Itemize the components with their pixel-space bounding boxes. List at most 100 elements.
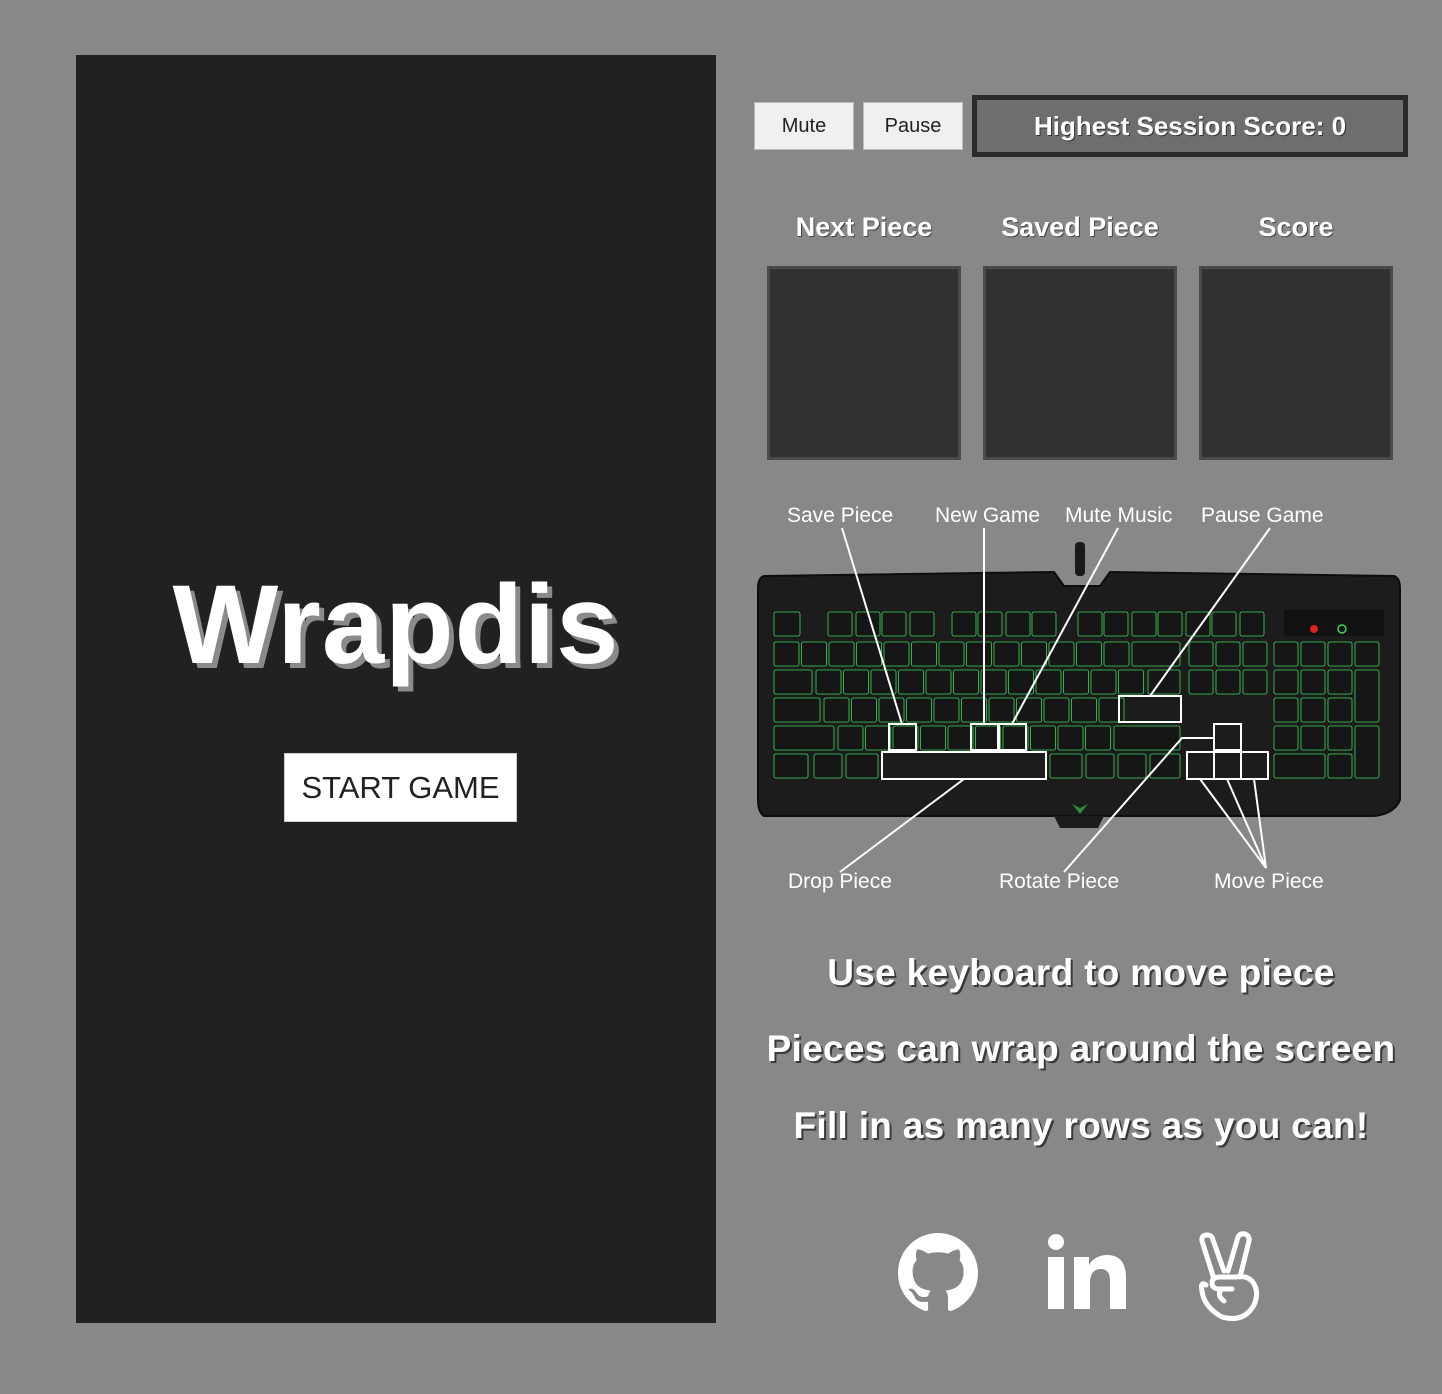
keyboard-key: [966, 641, 992, 667]
score-label: Score: [1258, 212, 1334, 242]
keyboard-key: [1103, 641, 1130, 667]
instruction-line-1: Use keyboard to move piece: [827, 952, 1335, 993]
keyboard-key: [1131, 611, 1157, 637]
keyboard-key: [1327, 753, 1353, 779]
keyboard-key: [883, 641, 910, 667]
keyboard-key: [1300, 669, 1326, 695]
keyboard-image: [757, 527, 1401, 873]
keyboard-key: [865, 725, 891, 751]
keyboard-key: [961, 697, 987, 723]
keyboard-key: [1242, 641, 1268, 667]
keyboard-key: [1117, 753, 1147, 779]
keyboard-key: [1327, 669, 1353, 695]
keyboard-key: [1048, 641, 1075, 667]
keyboard-key: [951, 611, 977, 637]
keyboard-key: [1049, 753, 1083, 779]
keyboard-key: [920, 725, 946, 751]
keyboard-key: [953, 669, 979, 695]
keyboard-key: [1021, 641, 1047, 667]
instruction-line-2: Pieces can wrap around the screen: [766, 1028, 1396, 1069]
peace-hand-icon: [1199, 1231, 1260, 1321]
keyboard-key: [1063, 669, 1089, 695]
keyboard-key: [1239, 611, 1265, 637]
start-game-button[interactable]: START GAME: [284, 753, 517, 822]
keyboard-key: [1215, 669, 1241, 695]
keyboard-key: [1077, 611, 1103, 637]
keyboard-key: [1300, 697, 1326, 723]
keyboard-key: [1188, 641, 1214, 667]
keyboard-key: [815, 669, 842, 695]
keyboard-key: [1113, 725, 1181, 751]
pause-button[interactable]: Pause: [863, 102, 963, 150]
linkedin-link[interactable]: [1044, 1230, 1128, 1316]
saved-piece-panel: [983, 266, 1177, 460]
keyboard-key: [993, 641, 1020, 667]
keyboard-key: [813, 753, 843, 779]
keyboard-key: [881, 611, 907, 637]
keyboard-key: [1211, 611, 1237, 637]
keyboard-key: [911, 641, 937, 667]
keyboard-key: [1057, 725, 1084, 751]
score-panel: [1199, 266, 1393, 460]
mute-button[interactable]: Mute: [754, 102, 854, 150]
keyboard-key: [773, 725, 835, 751]
keyboard-key: [837, 725, 864, 751]
keyboard-key: [851, 697, 877, 723]
next-piece-panel: [767, 266, 961, 460]
keyboard-key: [1002, 725, 1029, 751]
keyboard-key: [1030, 725, 1056, 751]
keyboard-key: [988, 697, 1015, 723]
keyboard-key: [773, 611, 801, 637]
keyboard-key: [1273, 669, 1299, 695]
keyboard-key: [933, 697, 960, 723]
keyboard-key: [1157, 611, 1183, 637]
keyboard-key: [773, 641, 800, 667]
keyboard-key: [773, 669, 813, 695]
keyboard-key: [845, 753, 879, 779]
saved-piece-label: Saved Piece: [1001, 212, 1159, 242]
keyboard-key: [828, 641, 855, 667]
keyboard-key: [1273, 697, 1299, 723]
keyboard-key: [1215, 641, 1241, 667]
keyboard-key: [975, 725, 1001, 751]
highest-session-score: Highest Session Score: 0: [972, 95, 1408, 157]
linkedin-icon: [1048, 1234, 1126, 1309]
keyboard-key: [1005, 611, 1031, 637]
keyboard-key: [1327, 697, 1353, 723]
instruction-line-3: Fill in as many rows as you can!: [793, 1105, 1369, 1146]
keyboard-key: [773, 753, 809, 779]
keyboard-key: [1300, 641, 1326, 667]
game-board: Wrapdis START GAME: [76, 55, 716, 1323]
keyboard-key: [1273, 753, 1326, 779]
keyboard-key: [1188, 669, 1214, 695]
keyboard-key: [1071, 697, 1097, 723]
keyboard-key: [898, 669, 924, 695]
keyboard-key: [1354, 725, 1380, 779]
keyboard-key: [1273, 725, 1299, 751]
keyboard-key: [1300, 725, 1326, 751]
keyboard-key: [1090, 669, 1117, 695]
keyboard-key: [977, 611, 1003, 637]
keyboard-key: [1118, 669, 1144, 695]
keyboard-key: [938, 641, 965, 667]
keyboard-key: [1273, 641, 1299, 667]
keyboard-key: [906, 697, 932, 723]
keyboard-key: [947, 725, 974, 751]
next-piece-label: Next Piece: [795, 212, 933, 242]
keyboard-key: [1085, 725, 1111, 751]
keyboard-key: [823, 697, 850, 723]
keyboard-key: [801, 641, 827, 667]
keyboard-key: [1354, 641, 1380, 667]
keyboard-key: [827, 611, 853, 637]
peace-link[interactable]: [1192, 1230, 1264, 1324]
github-link[interactable]: [898, 1230, 978, 1316]
keyboard-key: [1354, 669, 1380, 723]
keyboard-key: [1043, 697, 1070, 723]
keyboard-key: [1242, 669, 1268, 695]
keyboard-key: [925, 669, 952, 695]
game-title: Wrapdis: [172, 562, 620, 687]
keyboard-key: [1327, 725, 1353, 751]
keyboard-diagram: Save Piece New Game Mute Music Pause Gam…: [754, 498, 1414, 908]
github-icon: [898, 1233, 978, 1312]
keyboard-key: [1076, 641, 1102, 667]
